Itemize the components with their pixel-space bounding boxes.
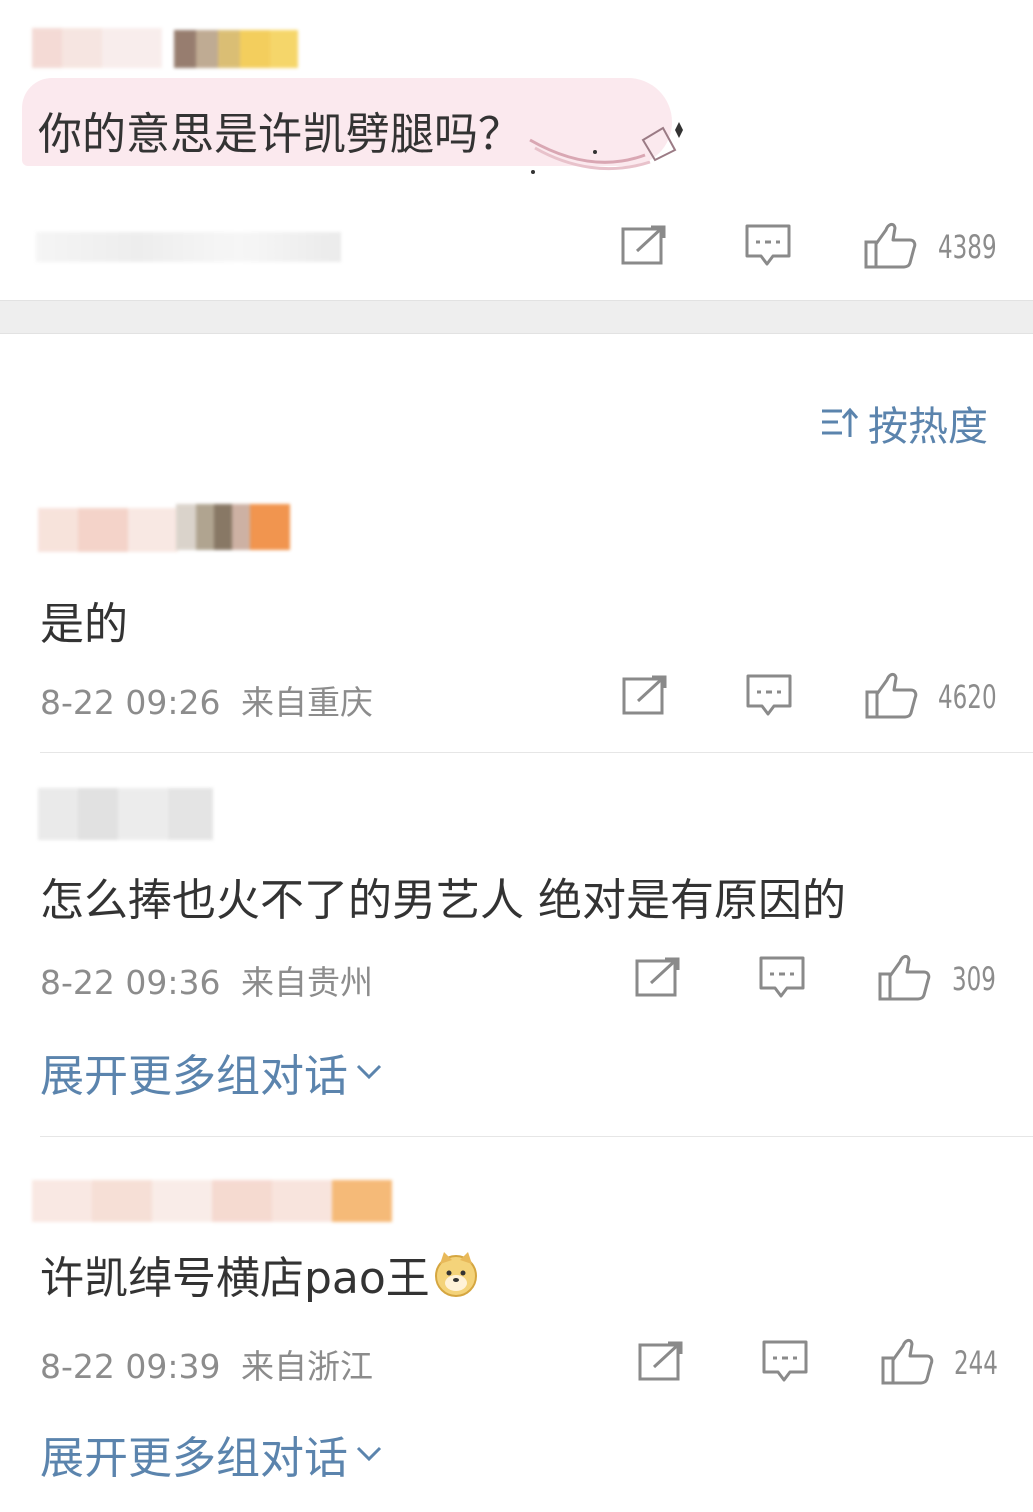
comment-time: 8-22 09:26 — [40, 683, 221, 722]
comment-location: 来自浙江 — [241, 1347, 373, 1386]
comment-meta: 8-22 09:26 来自重庆 — [40, 676, 373, 724]
username-blurred[interactable] — [38, 788, 213, 840]
comment-text: 许凯绰号横店pao王 — [40, 1242, 480, 1306]
comment-meta: 8-22 09:39 来自浙江 — [40, 1340, 373, 1388]
username-blurred[interactable] — [38, 508, 178, 552]
username-blurred[interactable] — [32, 1180, 392, 1222]
thumbs-up-icon[interactable] — [864, 220, 918, 270]
expand-label: 展开更多组对话 — [40, 1051, 348, 1102]
comment-icon[interactable] — [745, 224, 791, 268]
comment-item: 是的 8-22 09:26 来自重庆 4620 — [0, 490, 1033, 752]
sort-icon — [822, 407, 859, 437]
share-icon[interactable] — [635, 956, 681, 998]
sort-by-hot-button[interactable]: 按热度 — [820, 400, 988, 450]
share-icon[interactable] — [621, 224, 667, 266]
sort-label: 按热度 — [868, 404, 988, 450]
like-count: 244 — [954, 1344, 998, 1382]
comment-item: 怎么捧也火不了的男艺人 绝对是有原因的 8-22 09:36 来自贵州 309 … — [0, 760, 1033, 1136]
comment-icon[interactable] — [759, 956, 805, 1000]
like-count: 309 — [952, 960, 996, 998]
chevron-down-icon — [356, 1446, 382, 1462]
like-count: 4389 — [938, 228, 997, 266]
comment-location: 来自贵州 — [241, 963, 373, 1002]
original-comment-card: 你的意思是许凯劈腿吗？ 4389 — [0, 0, 1033, 300]
comment-text: 怎么捧也火不了的男艺人 绝对是有原因的 — [40, 875, 846, 926]
share-icon[interactable] — [622, 674, 668, 716]
comment-time: 8-22 09:39 — [40, 1347, 221, 1386]
comment-text-content: 许凯绰号横店pao王 — [40, 1253, 430, 1304]
user-badge-blurred — [176, 504, 290, 550]
doge-emoji-icon — [434, 1252, 477, 1297]
comment-meta: 8-22 09:36 来自贵州 — [40, 956, 373, 1004]
chevron-down-icon — [356, 1064, 382, 1080]
username-blurred[interactable] — [32, 28, 162, 68]
like-count: 4620 — [938, 678, 997, 716]
original-comment-text: 你的意思是许凯劈腿吗？ — [38, 109, 522, 160]
user-badge-blurred — [174, 30, 298, 68]
expand-label: 展开更多组对话 — [40, 1433, 348, 1484]
divider — [40, 1136, 1033, 1137]
comment-text: 是的 — [40, 599, 128, 650]
expand-more-conversations-link[interactable]: 展开更多组对话 — [40, 1422, 384, 1486]
ribbon-decoration-icon — [529, 122, 683, 174]
divider — [40, 752, 1033, 753]
original-meta-blurred — [36, 232, 341, 262]
thumbs-up-icon[interactable] — [881, 1336, 935, 1386]
thumbs-up-icon[interactable] — [878, 952, 932, 1002]
comment-item: 许凯绰号横店pao王 8-22 09:39 来自浙江 244 展开更多组对话 — [0, 1142, 1033, 1512]
expand-more-conversations-link[interactable]: 展开更多组对话 — [40, 1040, 384, 1104]
thumbs-up-icon[interactable] — [865, 670, 919, 720]
comment-icon[interactable] — [746, 674, 792, 718]
comment-time: 8-22 09:36 — [40, 963, 221, 1002]
comment-icon[interactable] — [762, 1340, 808, 1384]
section-gap — [0, 300, 1033, 334]
comment-location: 来自重庆 — [241, 683, 373, 722]
share-icon[interactable] — [638, 1340, 684, 1382]
